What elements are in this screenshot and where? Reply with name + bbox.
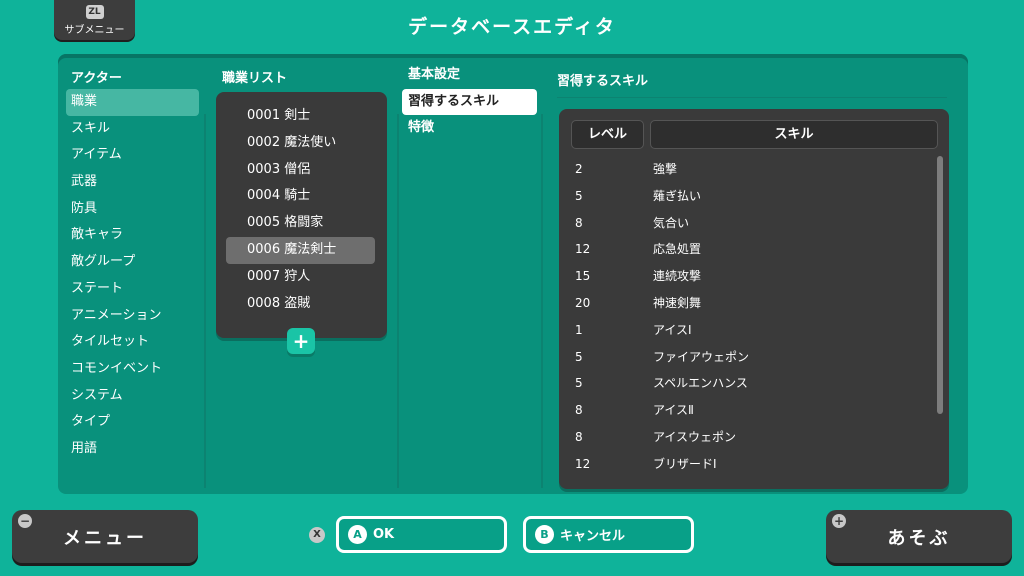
cancel-button-label: キャンセル	[560, 529, 626, 544]
section-divider	[557, 97, 947, 98]
class-list-title: 職業リスト	[222, 71, 288, 86]
category-item[interactable]: タイプ	[66, 409, 199, 436]
skill-name-cell: ファイアウェポン	[653, 349, 750, 364]
skill-row[interactable]: 8 アイスウェポン	[559, 424, 934, 451]
class-list: 0001 剣士 0002 魔法使い 0003 僧侶 0004 騎士 0005 格闘家 00…	[216, 92, 387, 317]
category-item[interactable]: 職業	[66, 89, 199, 116]
skill-row[interactable]: 20 神速剣舞	[559, 290, 934, 317]
settings-tab[interactable]: 習得するスキル	[402, 88, 537, 116]
skill-table: レベル スキル 2 強撃 5 薙ぎ払い 8 気合い 12 応急処置 15 連続攻撃 20 神速剣舞 1 ア…	[559, 109, 949, 489]
category-item[interactable]: アイテム	[66, 142, 199, 169]
category-item[interactable]: 敵キャラ	[66, 222, 199, 249]
skill-name-cell: ブリザードⅠ	[653, 456, 717, 471]
cancel-button[interactable]: B キャンセル	[523, 516, 694, 553]
ok-button-label: OK	[373, 527, 395, 542]
skill-level-cell: 5	[575, 376, 583, 391]
skill-level-cell: 8	[575, 403, 583, 418]
skill-table-scrollbar[interactable]	[937, 156, 943, 414]
skill-level-cell: 12	[575, 242, 591, 257]
skill-row[interactable]: 8 アイスⅡ	[559, 397, 934, 424]
category-item[interactable]: ステート	[66, 276, 199, 303]
skill-row[interactable]: 8 気合い	[559, 210, 934, 237]
level-column-header[interactable]: レベル	[571, 120, 644, 149]
category-item[interactable]: 敵グループ	[66, 249, 199, 276]
skill-name-cell: スペルエンハンス	[653, 376, 748, 391]
skill-name-cell: 神速剣舞	[653, 295, 702, 310]
category-list: 職業 スキル アイテム 武器 防具 敵キャラ 敵グループ ステート アニメーション タイルセットコ…	[66, 89, 199, 463]
skill-row[interactable]: 15 連続攻撃	[559, 263, 934, 290]
skill-row[interactable]: 5 スペルエンハンス	[559, 370, 934, 397]
class-list-item[interactable]: 0004 騎士	[226, 183, 375, 210]
category-item[interactable]: 用語	[66, 436, 199, 463]
page-title: データベースエディタ	[408, 16, 616, 38]
class-list-item[interactable]: 0006 魔法剣士	[226, 236, 375, 264]
skill-name-cell: 気合い	[653, 215, 690, 230]
play-button-label: あそぶ	[887, 527, 951, 549]
category-item[interactable]: タイルセット	[66, 329, 199, 356]
column-divider	[397, 114, 399, 488]
category-item[interactable]: 防具	[66, 196, 199, 223]
skill-name-cell: 薙ぎ払い	[653, 188, 702, 203]
category-item[interactable]: コモンイベント	[66, 356, 199, 383]
skill-level-cell: 12	[575, 456, 591, 471]
skill-name-cell: アイスⅠ	[653, 322, 692, 337]
skill-level-cell: 15	[575, 269, 591, 284]
skill-name-cell: 強撃	[653, 162, 678, 176]
skill-name-cell: 応急処置	[653, 242, 702, 257]
b-button-icon: B	[535, 525, 554, 544]
class-list-box: 0001 剣士 0002 魔法使い 0003 僧侶 0004 騎士 0005 格闘家 00…	[216, 92, 387, 338]
settings-tab-list: 基本設定 習得するスキル 特徴	[402, 62, 537, 142]
class-list-item[interactable]: 0008 盗賊	[226, 291, 375, 318]
column-divider	[541, 114, 543, 488]
skill-level-cell: 20	[575, 295, 591, 310]
menu-button[interactable]: − メニュー	[12, 510, 198, 563]
skill-name-cell: アイスウェポン	[653, 429, 737, 444]
skill-row[interactable]: 1 アイスⅠ	[559, 317, 934, 344]
skill-name-cell: 連続攻撃	[653, 269, 702, 284]
skill-level-cell: 8	[575, 215, 583, 230]
settings-tab[interactable]: 基本設定	[402, 62, 537, 89]
category-header[interactable]: アクター	[71, 67, 122, 86]
category-item[interactable]: スキル	[66, 116, 199, 143]
skill-level-cell: 5	[575, 349, 583, 364]
category-item[interactable]: 武器	[66, 169, 199, 196]
play-button[interactable]: + あそぶ	[826, 510, 1012, 563]
skill-row[interactable]: 12 応急処置	[559, 236, 934, 263]
skill-level-cell: 8	[575, 429, 583, 444]
skill-row[interactable]: 5 ファイアウェポン	[559, 344, 934, 371]
x-button-icon: X	[309, 527, 325, 543]
minus-button-icon: −	[18, 514, 32, 528]
settings-tab[interactable]: 特徴	[402, 115, 537, 142]
class-list-item[interactable]: 0001 剣士	[226, 103, 375, 130]
skill-level-cell: 5	[575, 188, 583, 203]
class-list-item[interactable]: 0007 狩人	[226, 264, 375, 291]
category-item[interactable]: アニメーション	[66, 303, 199, 330]
category-item[interactable]: システム	[66, 383, 199, 410]
a-button-icon: A	[348, 525, 367, 544]
ok-button[interactable]: A OK	[336, 516, 507, 553]
skills-section-title: 習得するスキル	[557, 74, 649, 89]
skill-rows: 2 強撃 5 薙ぎ払い 8 気合い 12 応急処置 15 連続攻撃 20 神速剣舞 1 アイスⅠ 5 ファイア…	[559, 156, 934, 478]
skill-level-cell: 1	[575, 322, 583, 337]
class-list-item[interactable]: 0005 格闘家	[226, 210, 375, 237]
class-list-item[interactable]: 0002 魔法使い	[226, 130, 375, 157]
skill-column-header[interactable]: スキル	[650, 120, 938, 149]
skill-row[interactable]: 2 強撃	[559, 156, 934, 183]
menu-button-label: メニュー	[63, 527, 147, 549]
skill-name-cell: アイスⅡ	[653, 403, 694, 418]
skill-row[interactable]: 12 ブリザードⅠ	[559, 451, 934, 478]
class-list-item[interactable]: 0003 僧侶	[226, 157, 375, 184]
add-class-button[interactable]: +	[287, 328, 315, 354]
skill-level-cell: 2	[575, 162, 583, 176]
column-divider	[204, 114, 206, 488]
skill-row[interactable]: 5 薙ぎ払い	[559, 183, 934, 210]
plus-button-icon: +	[832, 514, 846, 528]
